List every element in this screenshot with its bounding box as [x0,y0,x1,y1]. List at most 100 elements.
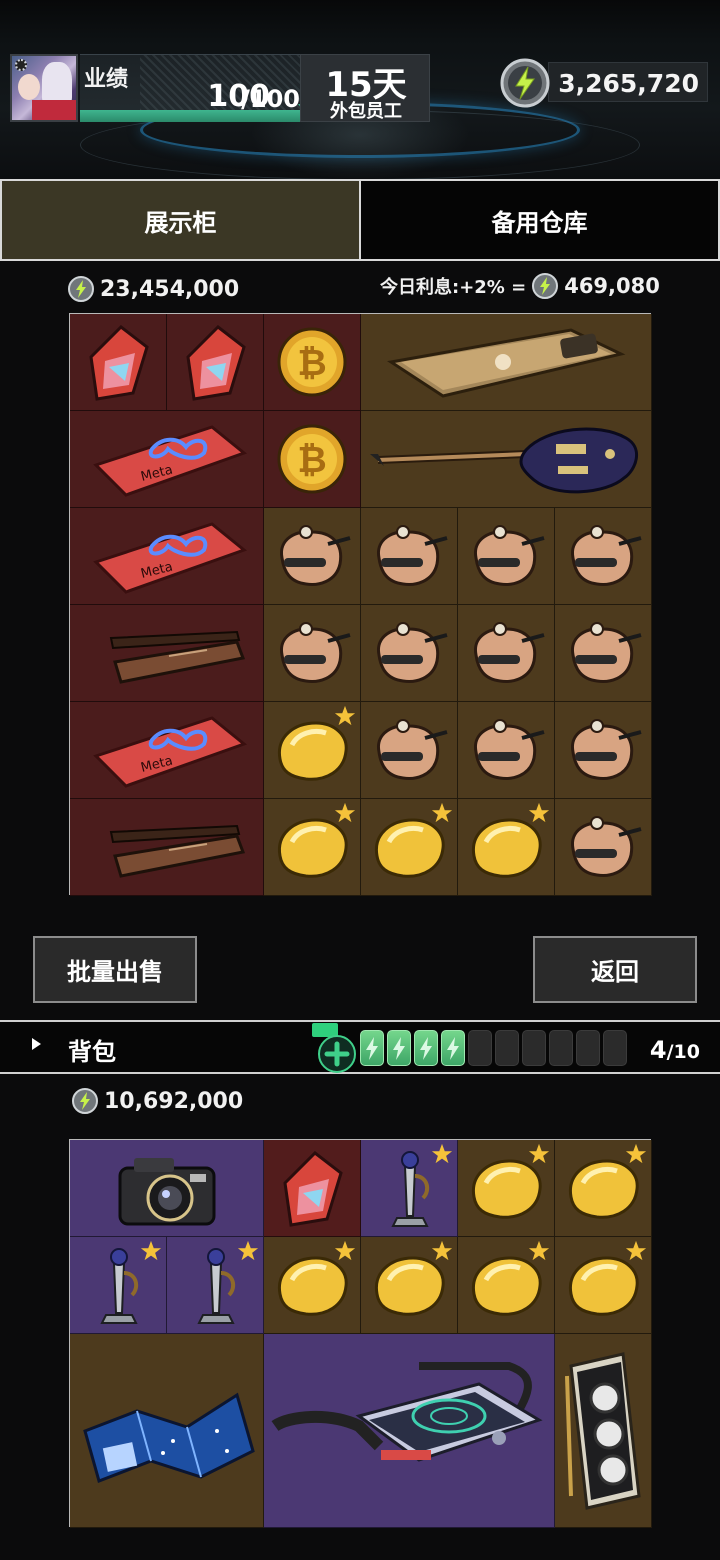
interest-value: 469,080 [564,274,660,298]
display-value-line: 23,454,000 [68,276,239,302]
item-potato-sack[interactable] [458,605,555,702]
performance-label: 业绩 [84,67,129,92]
day-panel: 15天 外包员工 [300,54,430,122]
player-avatar[interactable] [10,54,78,122]
item-potato-sack[interactable] [458,508,555,605]
tab-display-cabinet[interactable]: 展示柜 [2,181,361,259]
star-icon [528,1143,550,1164]
item-gold-nugget[interactable] [555,1140,652,1237]
energy-empty-icon [522,1030,546,1066]
batch-sell-button[interactable]: 批量出售 [33,936,197,1003]
energy-full-icon [441,1030,465,1066]
item-chopsticks-box[interactable] [70,799,264,896]
item-potato-sack[interactable] [264,508,361,605]
energy-empty-icon [549,1030,573,1066]
star-icon [431,802,453,823]
item-gold-nugget[interactable] [264,702,361,799]
star-icon [625,1143,647,1164]
item-potato-sack[interactable] [361,508,458,605]
back-button[interactable]: 返回 [533,936,697,1003]
avatar-coat [32,100,76,120]
performance-bar [80,110,300,122]
energy-coin-icon [68,276,94,302]
star-icon [334,1240,356,1261]
item-crystal-shard[interactable] [167,314,264,411]
item-property-deed[interactable]: Meta [70,411,264,508]
performance-max: /100 [241,85,300,113]
settings-gear-icon[interactable] [15,59,27,71]
star-icon [528,1240,550,1261]
item-property-deed[interactable]: Meta [70,702,264,799]
item-chopsticks-box[interactable] [70,605,264,702]
interest-label: 今日利息:+2% = [380,277,527,298]
item-crystal-shard[interactable] [264,1140,361,1237]
backpack-title: 背包 [68,1038,116,1066]
backpack-grid [69,1139,652,1528]
item-gold-nugget[interactable] [458,1140,555,1237]
add-energy-button[interactable] [318,1035,356,1073]
item-bitcoin[interactable]: ₿ [264,314,361,411]
item-camera[interactable] [70,1140,264,1237]
star-icon [237,1240,259,1261]
top-hud: 业绩 100 /100 15天 外包员工 3,265,720 [0,0,720,180]
item-gold-nugget[interactable] [361,799,458,896]
star-icon [431,1240,453,1261]
backpack-count: 4/10 [650,1036,700,1064]
star-icon [528,802,550,823]
backpack-capacity: /10 [666,1041,700,1063]
svg-text:₿: ₿ [297,343,326,384]
energy-empty-icon [603,1030,627,1066]
energy-coin-icon [532,273,559,299]
item-gold-nugget[interactable] [264,1237,361,1334]
star-icon [431,1143,453,1164]
item-gold-nugget[interactable] [264,799,361,896]
item-trophy[interactable] [70,1237,167,1334]
item-potato-sack[interactable] [361,605,458,702]
item-gold-nugget[interactable] [458,799,555,896]
item-induction-cooker[interactable] [264,1334,555,1528]
item-gold-nugget[interactable] [555,1237,652,1334]
item-potato-sack[interactable] [555,605,652,702]
item-electric-guitar[interactable] [361,411,652,508]
interest-line: 今日利息:+2% = 469,080 [380,273,660,299]
item-bitcoin[interactable]: ₿ [264,411,361,508]
item-potato-sack[interactable] [458,702,555,799]
item-potato-sack[interactable] [361,702,458,799]
item-potato-sack[interactable] [555,799,652,896]
tab-backup-storage[interactable]: 备用仓库 [361,181,718,259]
display-cabinet-grid: ₿ Meta ₿ Meta Meta [69,313,652,896]
star-icon [334,802,356,823]
backpack-count-value: 4 [649,1036,667,1064]
money-value: 3,265,720 [558,69,699,98]
backpack-bar[interactable]: 背包 4/10 [0,1020,720,1074]
avatar-face [18,74,40,100]
energy-empty-icon [576,1030,600,1066]
item-potato-sack[interactable] [555,508,652,605]
svg-text:₿: ₿ [297,440,326,481]
energy-full-icon [387,1030,411,1066]
item-trophy[interactable] [361,1140,458,1237]
star-icon [334,705,356,726]
item-star-map[interactable] [70,1334,264,1528]
item-gold-phone[interactable] [361,314,652,411]
item-potato-sack[interactable] [264,605,361,702]
energy-slots [360,1030,627,1066]
item-graphics-card[interactable] [555,1334,652,1528]
plus-icon [324,1041,350,1067]
item-potato-sack[interactable] [555,702,652,799]
backpack-value: 10,692,000 [104,1088,244,1114]
display-value: 23,454,000 [100,276,240,302]
item-property-deed[interactable]: Meta [70,508,264,605]
energy-coin-icon [72,1088,98,1114]
backpack-value-line: 10,692,000 [72,1088,243,1114]
performance-bar-fill [80,110,300,122]
energy-empty-icon [495,1030,519,1066]
item-gold-nugget[interactable] [458,1237,555,1334]
energy-full-icon [414,1030,438,1066]
star-icon [140,1240,162,1261]
item-crystal-shard[interactable] [70,314,167,411]
energy-full-icon [360,1030,384,1066]
item-trophy[interactable] [167,1237,264,1334]
item-gold-nugget[interactable] [361,1237,458,1334]
expand-arrow-icon[interactable] [32,1038,41,1050]
